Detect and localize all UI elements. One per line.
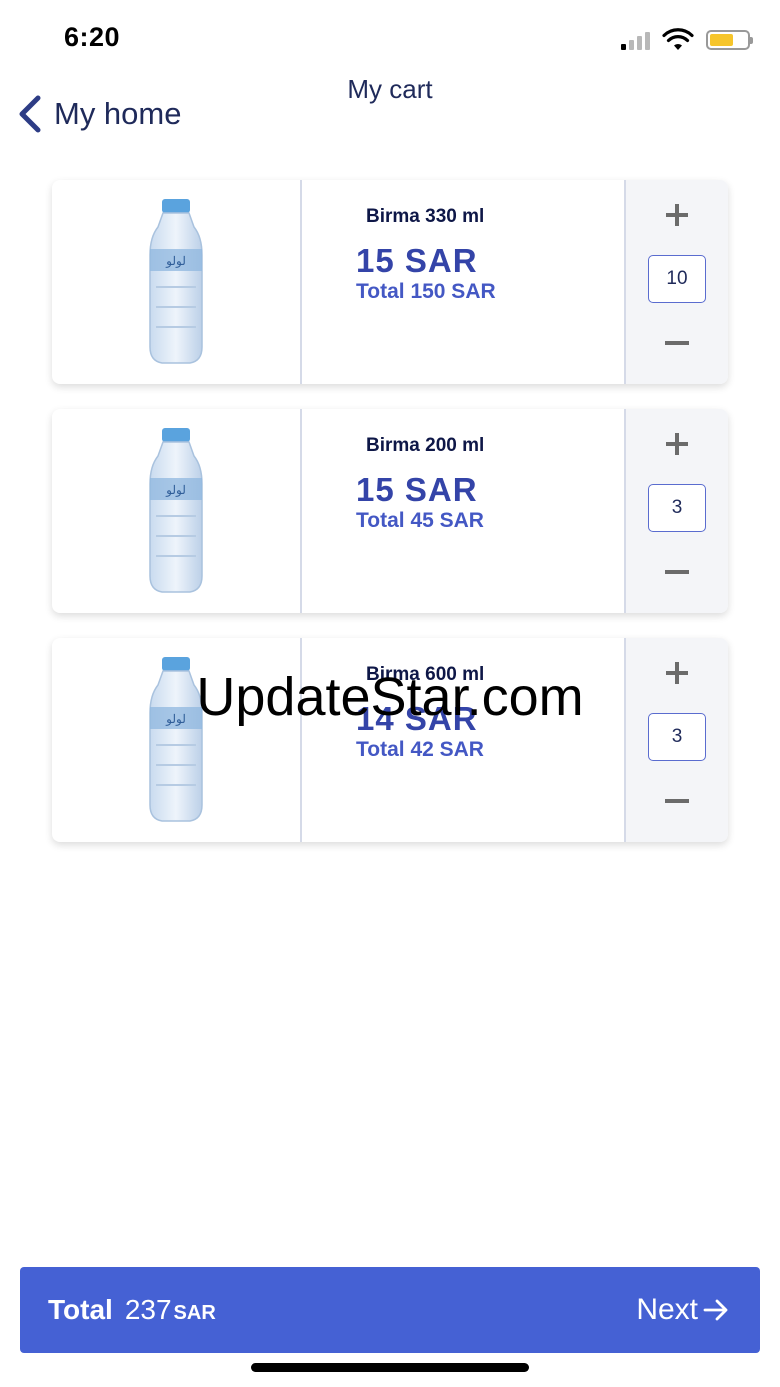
- plus-icon: [666, 433, 688, 455]
- quantity-field[interactable]: 10: [648, 255, 706, 303]
- cart-item: ﻟﻮﻟﻮ Birma 600 ml 14 SAR Total 42 SAR 3: [52, 638, 728, 842]
- status-time: 6:20: [64, 22, 121, 52]
- quantity-field[interactable]: 3: [648, 713, 706, 761]
- plus-icon: [666, 204, 688, 226]
- quantity-stepper: 3: [626, 638, 728, 842]
- increase-button[interactable]: [657, 429, 697, 459]
- cart-total: Total 237 SAR: [48, 1294, 216, 1326]
- svg-text:ﻟﻮﻟﻮ: ﻟﻮﻟﻮ: [165, 712, 186, 726]
- minus-icon: [665, 570, 689, 574]
- item-price: 15 SAR: [356, 242, 478, 279]
- item-total: Total 45 SAR: [356, 509, 484, 532]
- item-name: Birma 330 ml: [366, 206, 485, 227]
- item-name: Birma 600 ml: [366, 664, 485, 685]
- total-value: 237: [124, 1294, 172, 1325]
- checkout-bar: Total 237 SAR Next: [20, 1267, 760, 1353]
- water-bottle-icon: ﻟﻮﻟﻮ: [149, 199, 203, 364]
- item-price: 15 SAR: [356, 471, 478, 508]
- quantity-stepper: 10: [626, 180, 728, 384]
- item-name: Birma 200 ml: [366, 435, 485, 456]
- quantity-field[interactable]: 3: [648, 484, 706, 532]
- svg-text:ﻟﻮﻟﻮ: ﻟﻮﻟﻮ: [165, 254, 186, 268]
- cart-item: ﻟﻮﻟﻮ Birma 330 ml 15 SAR Total 150 SAR 1…: [52, 180, 728, 384]
- decrease-button[interactable]: [657, 786, 697, 816]
- decrease-button[interactable]: [657, 557, 697, 587]
- arrow-right-icon: [703, 1299, 728, 1321]
- next-button[interactable]: Next: [636, 1293, 730, 1327]
- wifi-icon: [662, 28, 694, 50]
- product-image: ﻟﻮﻟﻮ: [52, 409, 302, 613]
- item-info: Birma 200 ml 15 SAR Total 45 SAR: [302, 409, 626, 613]
- water-bottle-icon: ﻟﻮﻟﻮ: [149, 428, 203, 593]
- status-icons: [621, 28, 753, 52]
- quantity-stepper: 3: [626, 409, 728, 613]
- increase-button[interactable]: [657, 658, 697, 688]
- cart-item: ﻟﻮﻟﻮ Birma 200 ml 15 SAR Total 45 SAR 3: [52, 409, 728, 613]
- chevron-left-icon: [19, 95, 41, 133]
- item-info: Birma 330 ml 15 SAR Total 150 SAR: [302, 180, 626, 384]
- back-button[interactable]: My home: [16, 94, 181, 134]
- product-image: ﻟﻮﻟﻮ: [52, 638, 302, 842]
- cart-list: ﻟﻮﻟﻮ Birma 330 ml 15 SAR Total 150 SAR 1…: [52, 180, 728, 867]
- water-bottle-icon: ﻟﻮﻟﻮ: [149, 657, 203, 822]
- battery-icon: [706, 30, 753, 50]
- item-price: 14 SAR: [356, 700, 478, 737]
- decrease-button[interactable]: [657, 328, 697, 358]
- total-label: Total: [48, 1294, 113, 1325]
- increase-button[interactable]: [657, 200, 697, 230]
- back-label: My home: [54, 96, 182, 131]
- minus-icon: [665, 799, 689, 803]
- minus-icon: [665, 341, 689, 345]
- signal-icon: [621, 30, 650, 50]
- next-label: Next: [636, 1293, 698, 1326]
- product-image: ﻟﻮﻟﻮ: [52, 180, 302, 384]
- item-info: Birma 600 ml 14 SAR Total 42 SAR: [302, 638, 626, 842]
- item-total: Total 42 SAR: [356, 738, 484, 761]
- home-indicator: [251, 1363, 529, 1372]
- svg-text:ﻟﻮﻟﻮ: ﻟﻮﻟﻮ: [165, 483, 186, 497]
- total-currency: SAR: [173, 1302, 216, 1324]
- plus-icon: [666, 662, 688, 684]
- item-total: Total 150 SAR: [356, 280, 496, 303]
